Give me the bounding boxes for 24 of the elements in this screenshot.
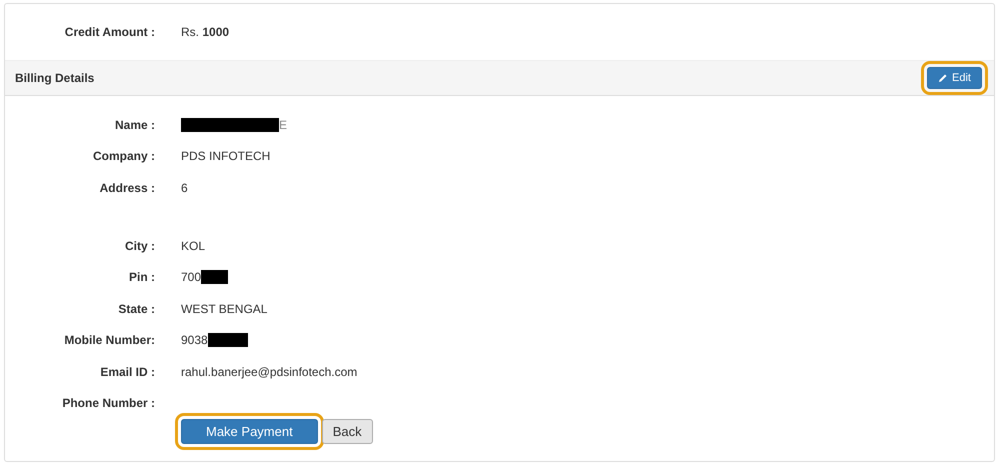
field-value: 6 <box>181 181 188 195</box>
field-label: Company : <box>92 149 155 164</box>
edit-button[interactable]: Edit <box>927 67 982 89</box>
payment-button[interactable]: Make Payment <box>181 419 318 444</box>
field-value: 700 <box>181 270 202 284</box>
pencil-icon <box>938 73 948 83</box>
field-value: KOL <box>181 238 206 253</box>
field-label: Pin : <box>128 270 155 284</box>
field-label: City : <box>124 238 155 253</box>
field-label: Credit Amount : <box>64 25 155 39</box>
field-value: WEST BENGAL <box>181 302 268 316</box>
credit-amount: Rs. 1000 <box>181 25 230 39</box>
field-value: rahul.banerjee@pdsinfotech.com <box>181 364 358 379</box>
field-label: State : <box>117 302 155 316</box>
field-value: E <box>279 118 288 132</box>
field-label: Address : <box>98 181 155 195</box>
back-button[interactable]: Back <box>322 419 373 444</box>
field-label: Mobile Number: <box>63 333 155 348</box>
field-label: Email ID : <box>99 364 155 379</box>
field-value: 9038 <box>181 333 208 348</box>
field-value: PDS INFOTECH <box>181 149 270 164</box>
section-title: Billing Details <box>15 71 94 85</box>
field-label: Phone Number : <box>61 396 155 410</box>
field-label: Name : <box>114 118 155 132</box>
